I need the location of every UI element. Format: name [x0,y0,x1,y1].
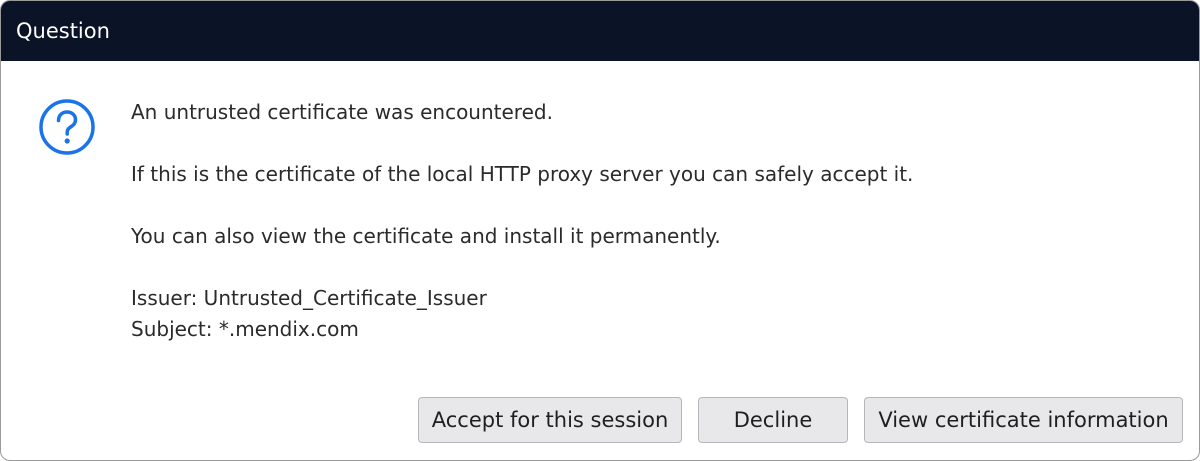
message-line-untrusted: An untrusted certificate was encountered… [131,100,553,124]
accept-session-button[interactable]: Accept for this session [418,397,682,443]
question-circle-icon [38,98,96,156]
dialog-message: An untrusted certificate was encountered… [131,97,1171,345]
dialog-title: Question [1,1,1199,61]
certificate-issuer: Issuer: Untrusted_Certificate_Issuer [131,286,487,310]
message-line-view: You can also view the certificate and in… [131,224,721,248]
certificate-dialog: Question An untrusted certificate was en… [0,0,1200,461]
view-certificate-button[interactable]: View certificate information [864,397,1183,443]
certificate-subject: Subject: *.mendix.com [131,317,359,341]
decline-button[interactable]: Decline [698,397,848,443]
message-line-proxy: If this is the certificate of the local … [131,162,914,186]
